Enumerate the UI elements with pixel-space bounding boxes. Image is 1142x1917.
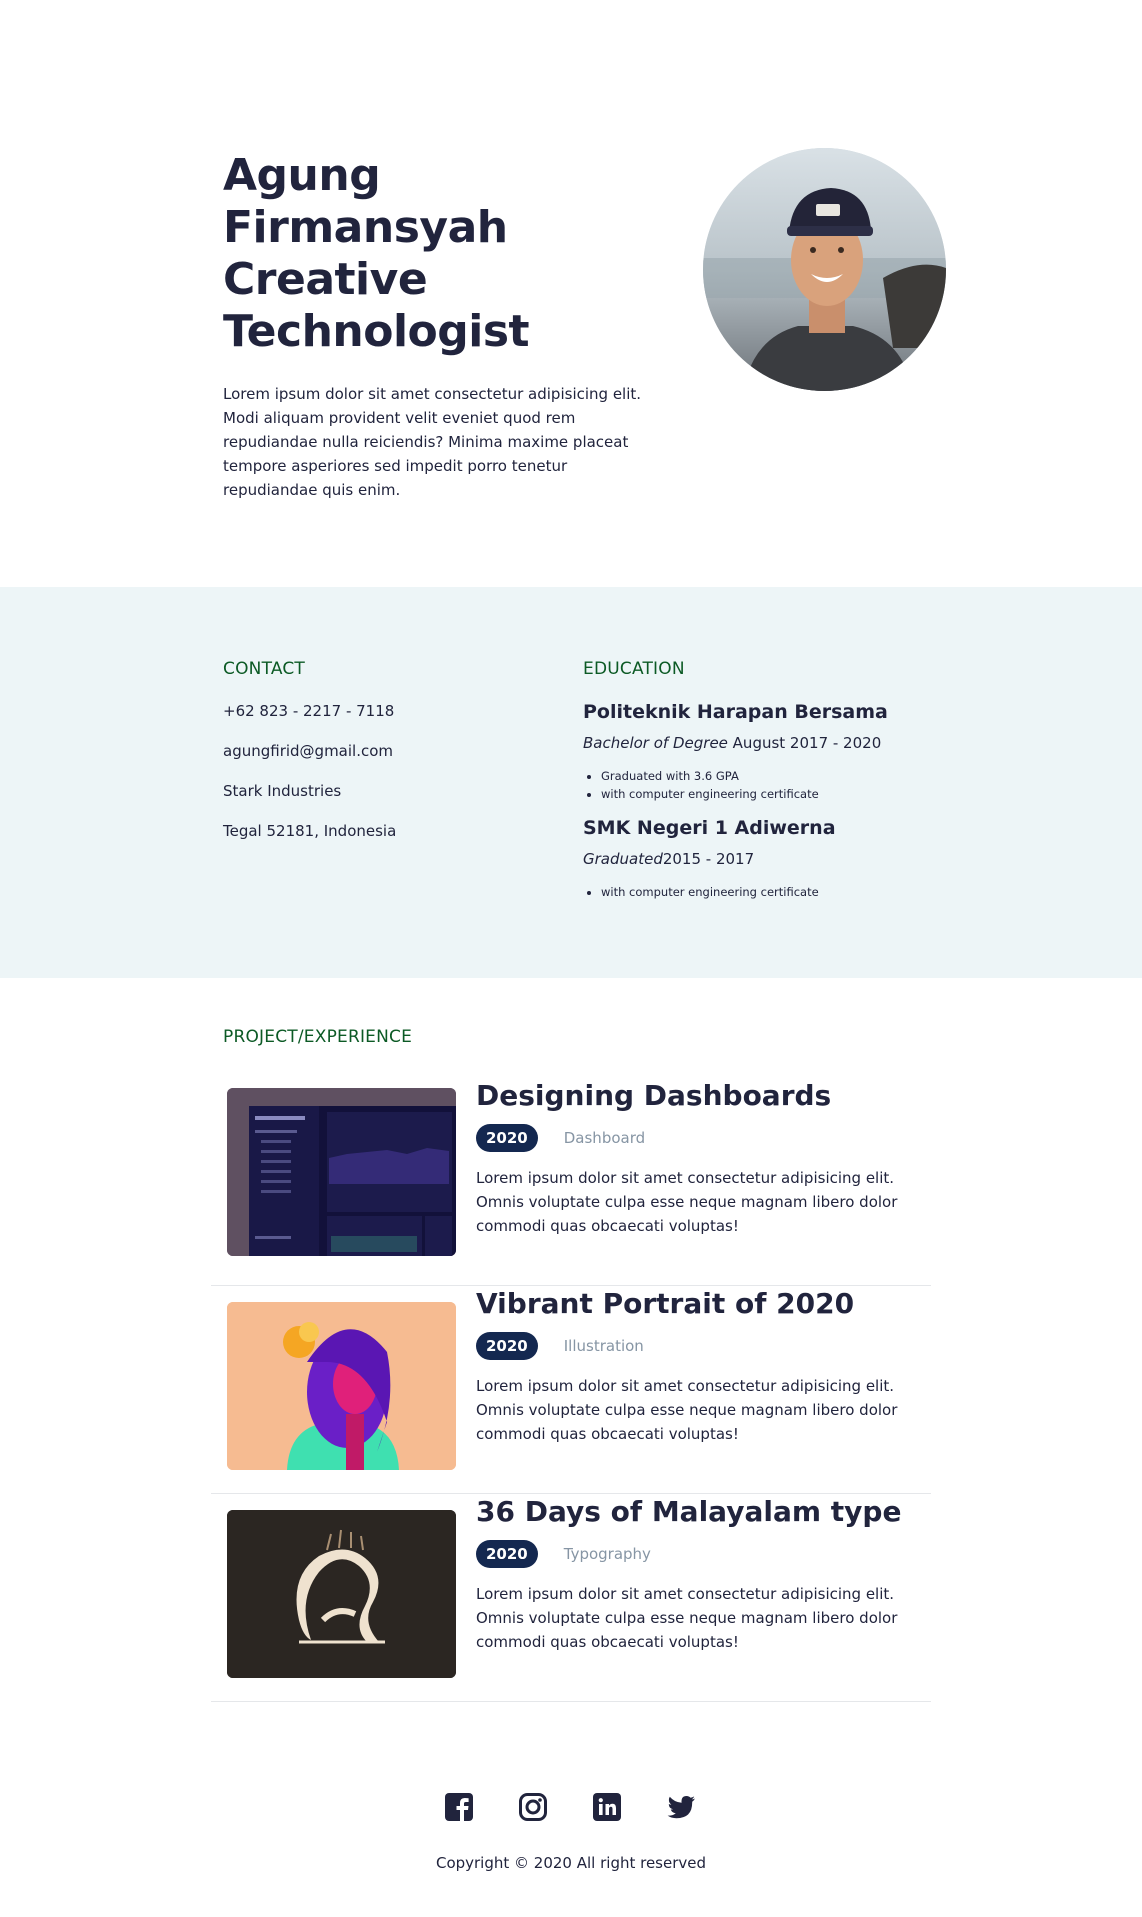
projects-heading: PROJECT/EXPERIENCE	[223, 1027, 413, 1047]
contact-block: CONTACT +62 823 - 2217 - 7118 agungfirid…	[223, 659, 523, 841]
project-thumbnail[interactable]	[227, 1088, 456, 1256]
avatar-portrait-image	[703, 148, 946, 391]
school-name: Politeknik Harapan Bersama	[583, 701, 888, 723]
school-years: 2015 - 2017	[662, 850, 755, 868]
project-description: Lorem ipsum dolor sit amet consectetur a…	[476, 1169, 898, 1235]
project-title[interactable]: Vibrant Portrait of 2020	[476, 1286, 906, 1322]
school-name: SMK Negeri 1 Adiwerna	[583, 817, 836, 839]
school-note: with computer engineering certificate	[601, 785, 963, 803]
school-note: Graduated with 3.6 GPA	[601, 767, 963, 785]
project-thumbnail[interactable]	[227, 1302, 456, 1470]
info-section: CONTACT +62 823 - 2217 - 7118 agungfirid…	[0, 587, 1142, 978]
school-degree-line: Bachelor of Degree August 2017 - 2020	[583, 733, 963, 753]
project-body: Designing Dashboards 2020 Dashboard Lore…	[476, 1078, 906, 1238]
project-description: Lorem ipsum dolor sit amet consectetur a…	[476, 1585, 898, 1651]
hero-text: Agung Firmansyah Creative Technologist L…	[223, 150, 673, 502]
project-card[interactable]: Vibrant Portrait of 2020 2020 Illustrati…	[211, 1286, 931, 1494]
school-note: with computer engineering certificate	[601, 883, 963, 901]
school-years: August 2017 - 2020	[727, 734, 882, 752]
project-title[interactable]: Designing Dashboards	[476, 1078, 906, 1114]
education-item: SMK Negeri 1 Adiwerna Graduated2015 - 20…	[583, 815, 963, 901]
projects-section: PROJECT/EXPERIENCE Designing Dashboards …	[0, 978, 1142, 1738]
contact-heading: CONTACT	[223, 659, 306, 679]
contact-email[interactable]: agungfirid@gmail.com	[223, 741, 523, 761]
social-links	[442, 1790, 698, 1824]
year-badge: 2020	[476, 1332, 538, 1360]
hero-section: Agung Firmansyah Creative Technologist L…	[0, 0, 1142, 587]
contact-address: Tegal 52181, Indonesia	[223, 822, 397, 840]
education-heading: EDUCATION	[583, 659, 685, 679]
project-description: Lorem ipsum dolor sit amet consectetur a…	[476, 1377, 898, 1443]
project-category: Typography	[563, 1545, 651, 1563]
school-degree: Graduated	[583, 850, 663, 868]
school-degree-line: Graduated2015 - 2017	[583, 849, 963, 869]
year-badge: 2020	[476, 1124, 538, 1152]
education-block: EDUCATION Politeknik Harapan Bersama Bac…	[583, 659, 963, 901]
linkedin-icon[interactable]	[590, 1790, 624, 1824]
typography-letter-image	[227, 1510, 456, 1678]
instagram-icon[interactable]	[516, 1790, 550, 1824]
twitter-icon[interactable]	[664, 1790, 698, 1824]
project-thumbnail[interactable]	[227, 1510, 456, 1678]
project-card[interactable]: Designing Dashboards 2020 Dashboard Lore…	[211, 1078, 931, 1286]
school-notes: Graduated with 3.6 GPA with computer eng…	[583, 767, 963, 803]
project-meta: 2020 Illustration	[476, 1332, 906, 1360]
contact-company: Stark Industries	[223, 782, 342, 800]
hero-title: Agung Firmansyah Creative Technologist	[223, 150, 673, 358]
portrait-illustration-image	[227, 1302, 456, 1470]
hero-bio: Lorem ipsum dolor sit amet consectetur a…	[223, 385, 642, 499]
school-notes: with computer engineering certificate	[583, 883, 963, 901]
contact-phone: +62 823 - 2217 - 7118	[223, 702, 395, 720]
project-body: Vibrant Portrait of 2020 2020 Illustrati…	[476, 1286, 906, 1446]
education-item: Politeknik Harapan Bersama Bachelor of D…	[583, 699, 963, 803]
hero-title-role-1: Creative	[223, 254, 428, 305]
dashboard-preview-image	[227, 1088, 456, 1256]
project-category: Dashboard	[563, 1129, 646, 1147]
footer: Copyright © 2020 All right reserved	[0, 1738, 1142, 1917]
project-category: Illustration	[563, 1337, 644, 1355]
project-meta: 2020 Dashboard	[476, 1124, 906, 1152]
year-badge: 2020	[476, 1540, 538, 1568]
hero-title-role-2: Technologist	[223, 306, 530, 357]
avatar	[703, 148, 946, 391]
copyright-text: Copyright © 2020 All right reserved	[435, 1854, 707, 1872]
hero-title-name: Agung Firmansyah	[223, 150, 508, 253]
project-card[interactable]: 36 Days of Malayalam type 2020 Typograph…	[211, 1494, 931, 1702]
school-degree: Bachelor of Degree	[583, 734, 728, 752]
project-title[interactable]: 36 Days of Malayalam type	[476, 1494, 906, 1530]
project-meta: 2020 Typography	[476, 1540, 906, 1568]
facebook-icon[interactable]	[442, 1790, 476, 1824]
project-body: 36 Days of Malayalam type 2020 Typograph…	[476, 1494, 906, 1654]
